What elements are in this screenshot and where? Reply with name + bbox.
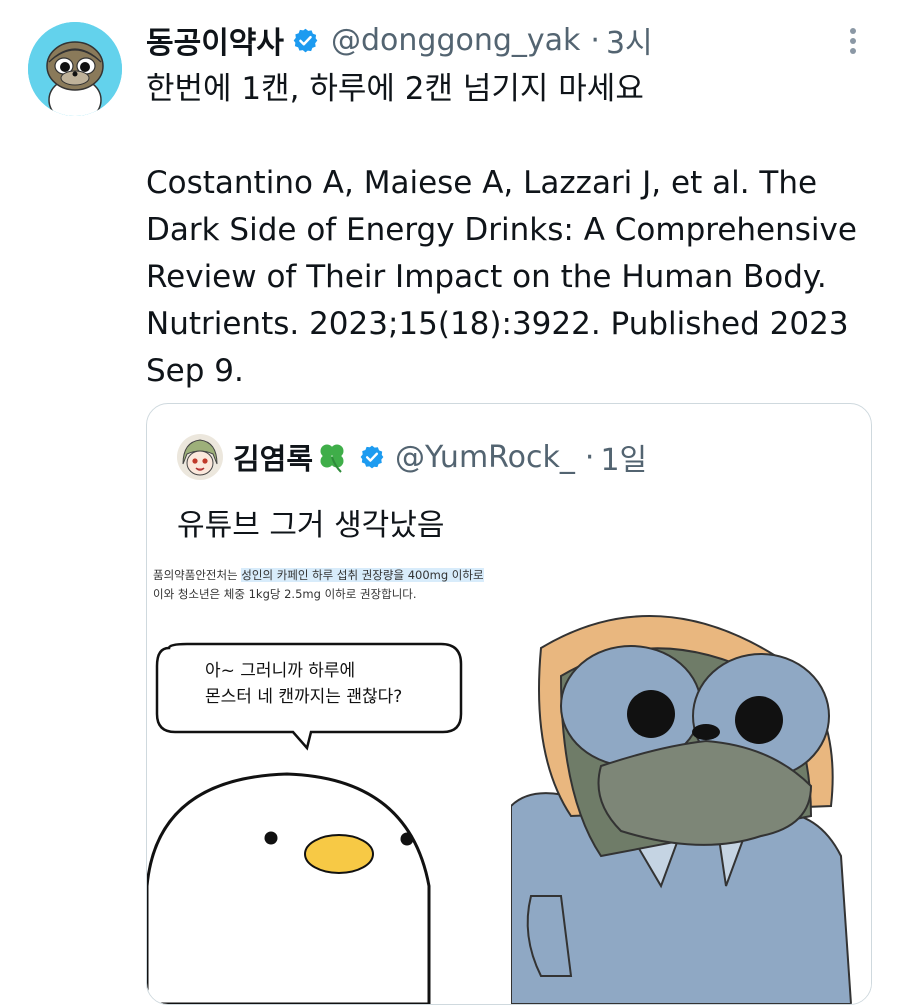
speech-line-1: 아~ 그러니까 하루에 [205,661,356,681]
tweet-text-line: 한번에 1캔, 하루에 2캔 넘기지 마세요 [146,71,644,107]
author-avatar[interactable] [28,22,122,116]
quoted-tweet-timestamp[interactable]: 1일 [600,435,647,479]
media-image-mascot[interactable] [511,556,871,1004]
tweet-text-spacer [146,113,886,160]
quoted-tweet-header: 김염록 @YumRock_ · 1일 [177,434,647,480]
author-avatar-illustration [28,22,122,116]
mascot-illustration [511,556,871,1004]
tweet-text: 한번에 1캔, 하루에 2캔 넘기지 마세요 Costantino A, Mai… [146,66,886,395]
quoted-tweet[interactable]: 김염록 @YumRock_ · 1일 유튜브 그거 생각났음 품의약품안전처는 … [146,403,872,1005]
author-name[interactable]: 동공이약사 [146,18,284,62]
more-options-icon[interactable] [842,26,864,56]
quoted-tweet-text: 유튜브 그거 생각났음 [177,508,445,543]
quoted-author-handle[interactable]: @YumRock_ [395,440,575,475]
author-handle[interactable]: @donggong_yak [331,23,580,58]
tweet-timestamp[interactable]: 3시 [606,18,653,62]
verified-badge-icon [360,445,384,469]
quoted-author-name[interactable]: 김염록 [233,436,313,478]
quoted-author-avatar[interactable] [177,434,223,480]
verified-badge-icon [293,28,318,52]
quoted-avatar-illustration [177,434,223,480]
tweet-citation: Costantino A, Maiese A, Lazzari J, et al… [146,165,857,389]
quoted-tweet-media[interactable]: 품의약품안전처는 성인의 카페인 하루 섭취 권장량을 400mg 이하로 이와… [147,556,871,1004]
quoted-header-separator: · [584,439,595,475]
penguin-illustration [147,642,463,1004]
speech-line-2: 몬스터 네 캔까지는 괜찮다? [205,687,403,707]
speech-bubble-text: 아~ 그러니까 하루에 몬스터 네 캔까지는 괜찮다? [205,658,402,710]
clover-emoji-icon [320,444,344,473]
tweet-header: 동공이약사 @donggong_yak · 3시 [146,18,653,62]
header-separator: · [590,22,600,58]
media-image-penguin[interactable]: 품의약품안전처는 성인의 카페인 하루 섭취 권장량을 400mg 이하로 이와… [147,556,505,1004]
